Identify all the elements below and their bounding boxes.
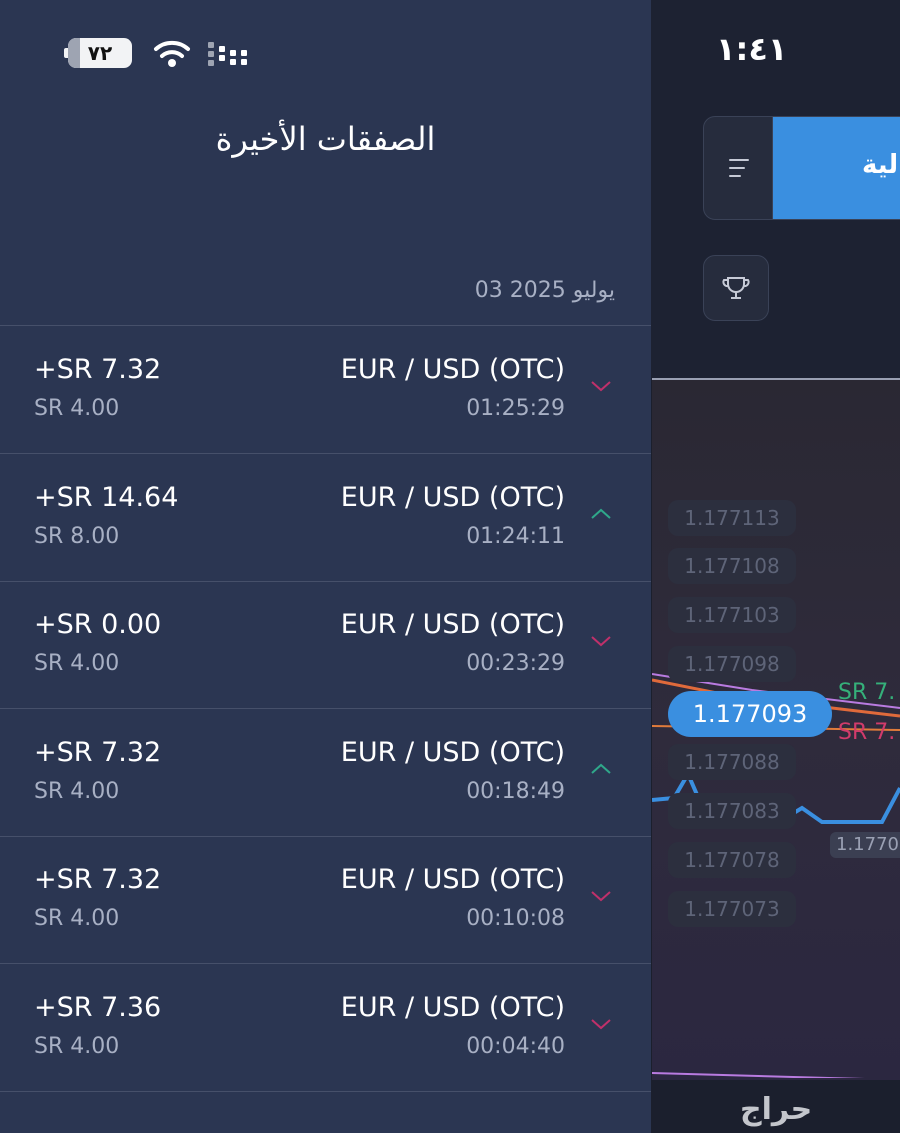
trade-stake: SR 8.00 bbox=[34, 523, 120, 549]
trade-time: 00:10:08 bbox=[466, 906, 565, 932]
panel-title: الصفقات الأخيرة bbox=[215, 120, 436, 158]
battery-level: ٧٢ bbox=[87, 41, 113, 65]
current-price-badge: 1.177093 bbox=[668, 691, 832, 737]
open-trade-label-red: SR 7. bbox=[838, 720, 896, 745]
trophy-button[interactable] bbox=[703, 255, 769, 321]
chevron-down-icon bbox=[591, 381, 611, 392]
trade-asset: EUR / USD (OTC) bbox=[340, 354, 565, 385]
open-trade-label-green: SR 7. bbox=[838, 680, 896, 705]
trade-time: 00:18:49 bbox=[466, 778, 565, 804]
price-tick: 1.177083 bbox=[668, 793, 796, 829]
trade-amount: +SR 0.00 bbox=[34, 609, 162, 641]
price-tick: 1.177073 bbox=[668, 891, 796, 927]
recent-trades-panel: ٧٢ الصفقات الأخيرة 03 يوليو 2025 +SR 7.3… bbox=[0, 0, 651, 1133]
trade-row[interactable]: +SR 7.36 SR 4.00 EUR / USD (OTC) 00:04:40 bbox=[0, 964, 651, 1092]
price-tick: 1.177103 bbox=[668, 597, 796, 633]
price-tick: 1.177098 bbox=[668, 646, 796, 682]
price-tick: 1.177088 bbox=[668, 744, 796, 780]
trophy-icon bbox=[722, 277, 750, 299]
trade-amount: +SR 7.32 bbox=[34, 354, 162, 385]
trade-amount: +SR 7.32 bbox=[34, 736, 162, 768]
account-type-label: الية bbox=[862, 150, 900, 180]
price-tick: 1.177113 bbox=[668, 500, 796, 536]
trade-asset: EUR / USD (OTC) bbox=[340, 864, 565, 896]
trade-stake: SR 4.00 bbox=[34, 651, 120, 677]
price-tick: 1.177078 bbox=[668, 842, 796, 878]
trade-asset: EUR / USD (OTC) bbox=[340, 609, 565, 641]
trade-row[interactable]: +SR 0.00 SR 4.00 EUR / USD (OTC) 00:23:29 bbox=[0, 581, 651, 710]
chevron-down-icon bbox=[591, 636, 611, 647]
trade-amount: +SR 7.32 bbox=[34, 864, 162, 896]
battery-icon: ٧٢ bbox=[64, 38, 132, 68]
trade-amount: +SR 14.64 bbox=[34, 481, 179, 513]
chevron-up-icon bbox=[591, 508, 611, 519]
status-clock: ١:٤١ bbox=[716, 30, 788, 68]
trade-row[interactable]: +SR 7.32 SR 4.00 EUR / USD (OTC) 00:18:49 bbox=[0, 709, 651, 837]
trade-asset: EUR / USD (OTC) bbox=[340, 736, 565, 768]
price-marker-label: 1.17708 bbox=[830, 832, 900, 858]
watermark-logo: حراج bbox=[740, 1092, 813, 1127]
trade-row[interactable]: +SR 7.32 SR 4.00 EUR / USD (OTC) 00:10:08 bbox=[0, 836, 651, 965]
trade-amount: +SR 7.36 bbox=[34, 992, 162, 1023]
trade-row[interactable]: +SR 7.32 SR 4.00 EUR / USD (OTC) 01:25:29 bbox=[0, 326, 651, 454]
trade-asset: EUR / USD (OTC) bbox=[340, 992, 565, 1023]
trade-asset: EUR / USD (OTC) bbox=[340, 481, 565, 513]
trade-stake: SR 4.00 bbox=[34, 1034, 120, 1059]
chevron-down-icon bbox=[591, 891, 611, 902]
wifi-icon bbox=[154, 40, 190, 67]
trade-stake: SR 4.00 bbox=[34, 778, 120, 804]
trade-row[interactable]: +SR 14.64 SR 8.00 EUR / USD (OTC) 01:24:11 bbox=[0, 454, 651, 582]
trade-time: 00:23:29 bbox=[466, 651, 565, 677]
trade-time: 01:25:29 bbox=[466, 396, 565, 421]
trade-stake: SR 4.00 bbox=[34, 906, 120, 932]
trade-stake: SR 4.00 bbox=[34, 396, 120, 421]
trade-time: 00:04:40 bbox=[466, 1034, 565, 1059]
chevron-down-icon bbox=[591, 1019, 611, 1030]
chevron-up-icon bbox=[591, 763, 611, 774]
date-header: 03 يوليو 2025 bbox=[474, 278, 615, 303]
trade-time: 01:24:11 bbox=[466, 523, 565, 549]
signal-icon bbox=[208, 42, 247, 66]
price-tick: 1.177108 bbox=[668, 548, 796, 584]
menu-icon[interactable] bbox=[704, 117, 773, 219]
